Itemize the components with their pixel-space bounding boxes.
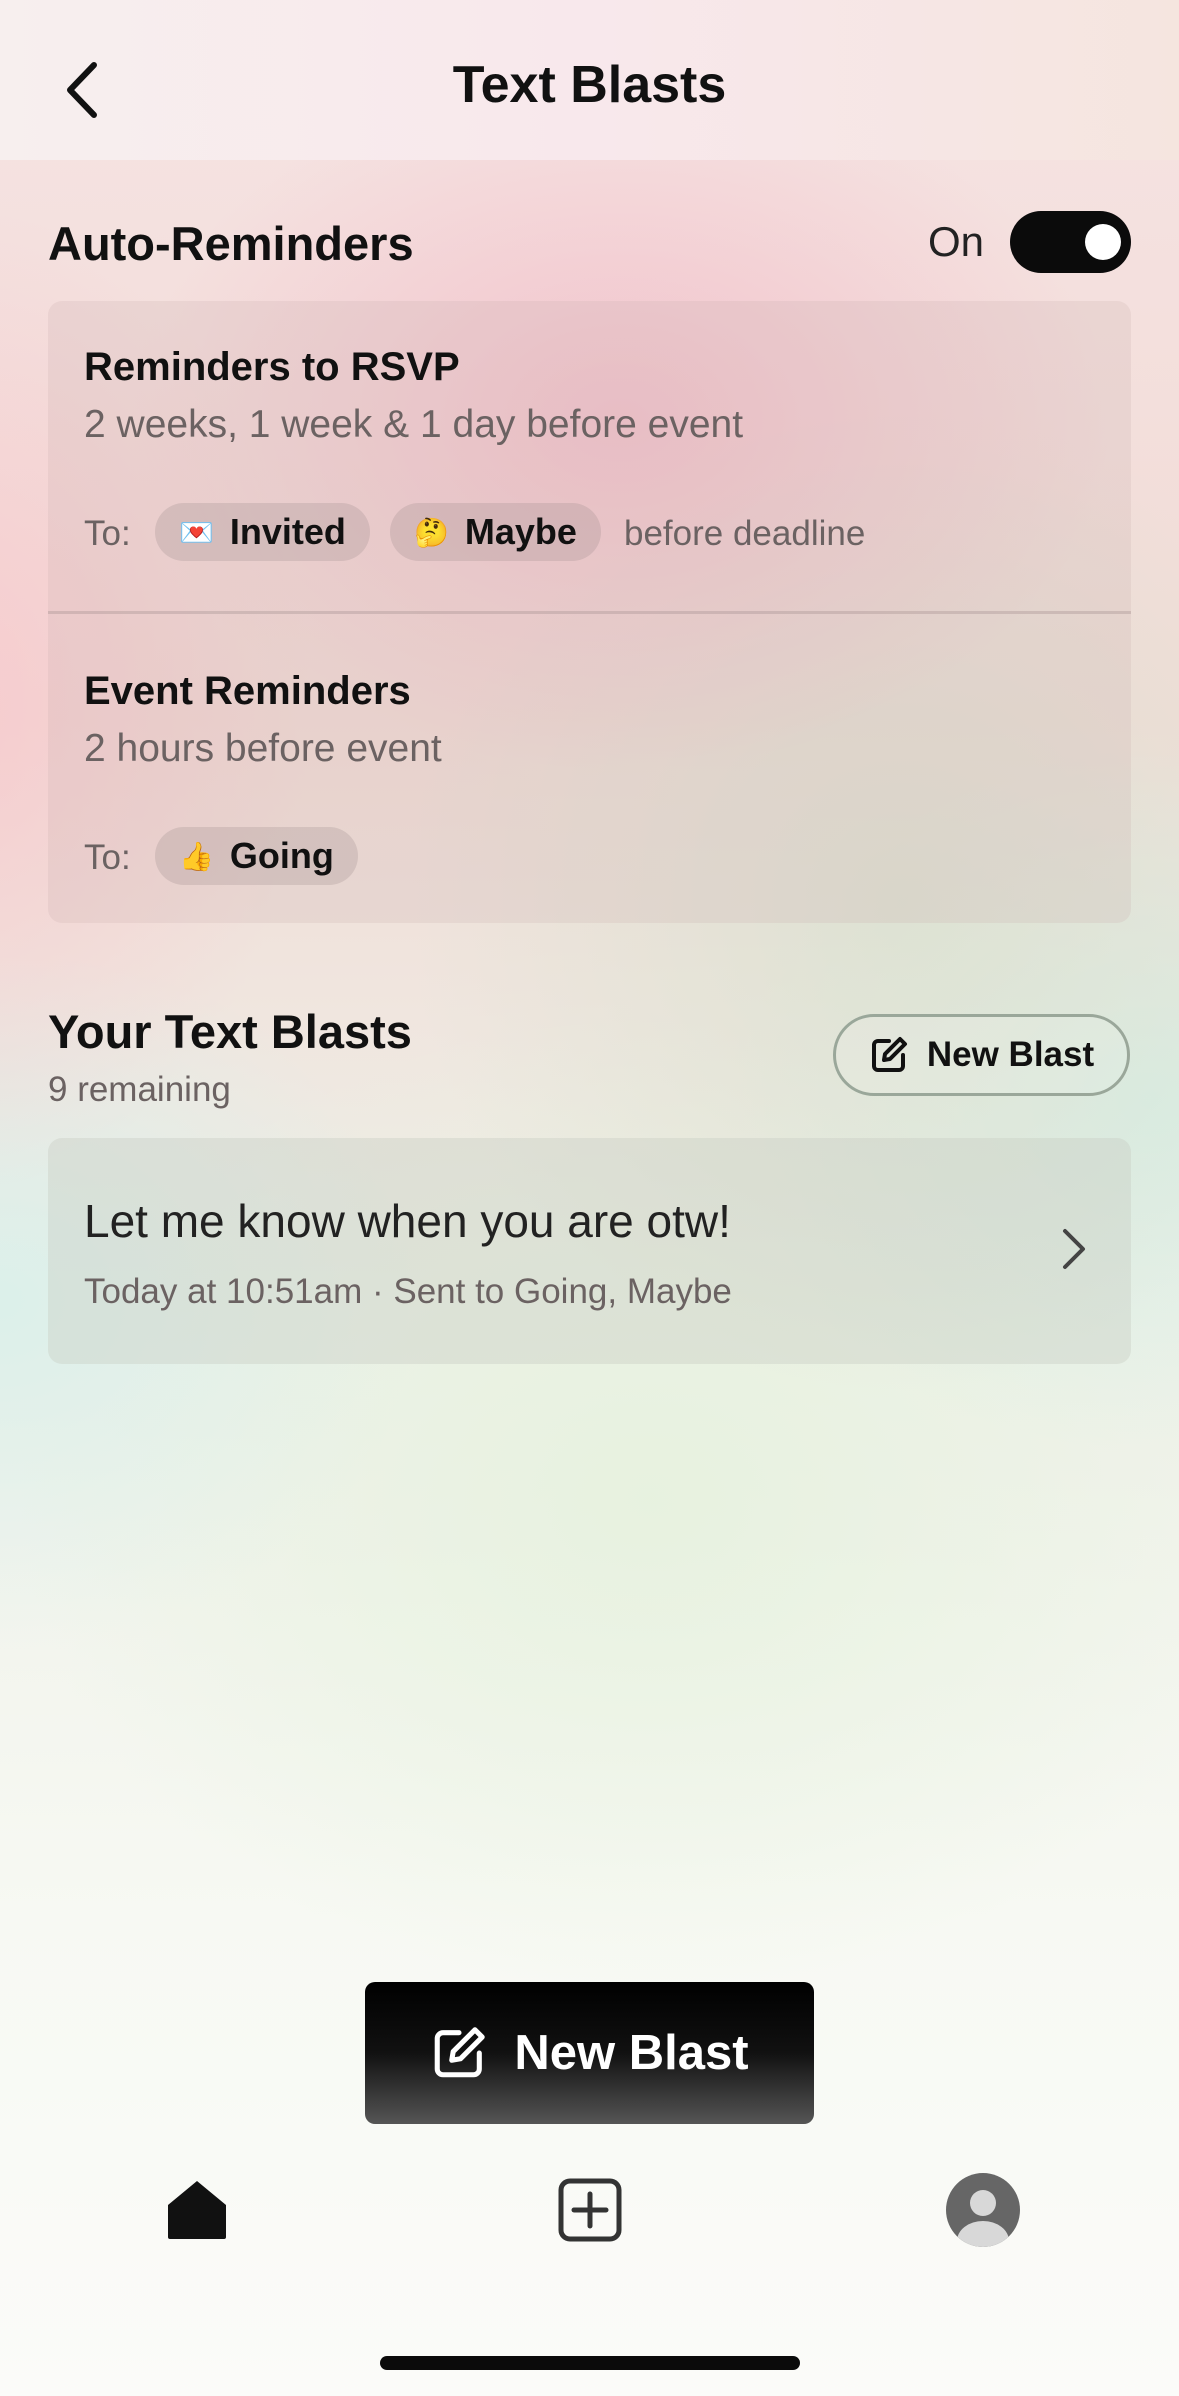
new-blast-label: New Blast xyxy=(926,1035,1095,1074)
new-blast-main-label: New Blast xyxy=(514,2026,749,2080)
chip-label: Going xyxy=(229,835,334,876)
tab-profile[interactable] xyxy=(938,2170,1028,2250)
toggle-knob xyxy=(1085,224,1121,260)
tab-create[interactable] xyxy=(545,2170,635,2250)
event-reminder-title: Event Reminders xyxy=(84,669,411,713)
envelope-heart-icon: 💌 xyxy=(179,515,214,549)
rsvp-to-label: To: xyxy=(84,514,131,553)
chevron-right-icon xyxy=(1063,1229,1085,1269)
new-blast-button-small[interactable]: New Blast xyxy=(833,1014,1130,1096)
before-deadline-text: before deadline xyxy=(624,514,866,553)
blast-item[interactable]: Let me know when you are otw! Today at 1… xyxy=(48,1138,1131,1364)
remaining-count: 9 remaining xyxy=(48,1070,231,1109)
thinking-face-icon: 🤔 xyxy=(414,515,449,549)
chip-label: Maybe xyxy=(464,511,577,552)
edit-icon xyxy=(435,2027,486,2078)
plus-square-icon xyxy=(558,2178,622,2242)
chip-invited[interactable]: 💌 Invited xyxy=(155,503,370,561)
new-blast-button[interactable]: New Blast xyxy=(365,1982,814,2124)
card-divider xyxy=(48,611,1131,614)
top-bar: Text Blasts xyxy=(0,0,1179,160)
tab-home[interactable] xyxy=(152,2170,242,2250)
page-title: Text Blasts xyxy=(452,56,727,114)
home-icon xyxy=(168,2181,226,2239)
event-reminder-schedule: 2 hours before event xyxy=(84,727,442,770)
chip-maybe[interactable]: 🤔 Maybe xyxy=(390,503,601,561)
home-indicator xyxy=(380,2356,800,2370)
avatar-icon xyxy=(946,2173,1020,2247)
your-text-blasts-title: Your Text Blasts xyxy=(48,1005,412,1058)
rsvp-reminder-schedule: 2 weeks, 1 week & 1 day before event xyxy=(84,403,744,446)
toggle-label: On xyxy=(928,218,985,265)
thumbs-up-icon: 👍 xyxy=(179,839,214,873)
reminders-card: Reminders to RSVP 2 weeks, 1 week & 1 da… xyxy=(48,301,1131,923)
blast-meta: Today at 10:51am · Sent to Going, Maybe xyxy=(84,1272,732,1311)
event-to-label: To: xyxy=(84,838,131,877)
chip-going[interactable]: 👍 Going xyxy=(155,827,358,885)
edit-icon xyxy=(871,1037,907,1072)
blast-message: Let me know when you are otw! xyxy=(84,1195,731,1247)
chip-label: Invited xyxy=(229,511,346,552)
rsvp-reminder-title: Reminders to RSVP xyxy=(84,345,460,389)
auto-reminders-toggle[interactable] xyxy=(1010,211,1131,273)
auto-reminders-title: Auto-Reminders xyxy=(48,217,414,270)
